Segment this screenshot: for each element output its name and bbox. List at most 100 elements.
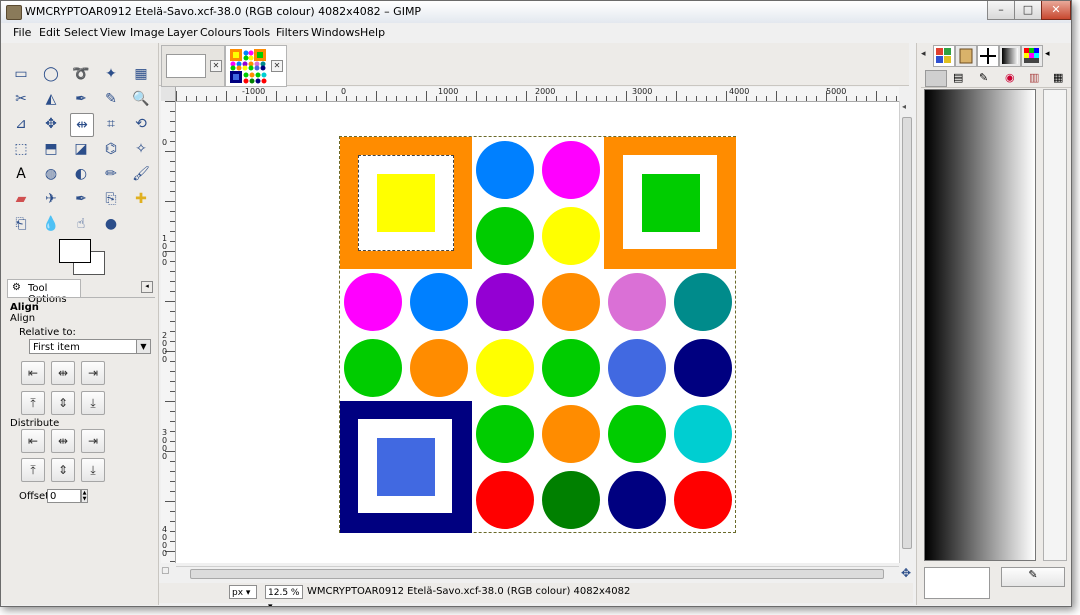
brush-preview[interactable] bbox=[924, 567, 990, 599]
close-button[interactable]: ✕ bbox=[1041, 1, 1071, 20]
warp-tool-button[interactable]: ✧ bbox=[130, 138, 152, 160]
heal-tool-button[interactable]: ✚ bbox=[130, 188, 152, 210]
crop-tool-button[interactable]: ⌗ bbox=[100, 113, 122, 135]
offset-spin-button[interactable]: ▲ ▼ bbox=[81, 489, 88, 503]
ruler-corner[interactable] bbox=[161, 87, 176, 102]
colormap-tab-icon[interactable]: ◉ bbox=[1005, 71, 1015, 84]
distribute-top-button[interactable]: ⤒ bbox=[21, 458, 45, 482]
menu-help[interactable]: Help bbox=[360, 26, 385, 39]
measure-tool-button[interactable]: ⊿ bbox=[10, 113, 32, 135]
horizontal-scrollbar[interactable] bbox=[176, 566, 899, 581]
align-top-edge-button[interactable]: ⤒ bbox=[21, 391, 45, 415]
ellipse-select-tool-button[interactable]: ◯ bbox=[40, 63, 62, 85]
unit-select[interactable]: px ▾ bbox=[229, 585, 257, 599]
distribute-center-h-button[interactable]: ⇹ bbox=[51, 429, 75, 453]
gradients-tab[interactable] bbox=[999, 45, 1021, 67]
distribute-bottom-button[interactable]: ⤓ bbox=[81, 458, 105, 482]
cage-transform-tool-button[interactable]: ⌬ bbox=[100, 138, 122, 160]
flip-tool-button[interactable]: ◪ bbox=[70, 138, 92, 160]
unified-transform-tool-button[interactable]: ⬚ bbox=[10, 138, 32, 160]
scroll-up-icon[interactable]: ◂ bbox=[902, 102, 906, 111]
vertical-scroll-thumb[interactable] bbox=[902, 117, 912, 549]
patterns-tab[interactable] bbox=[933, 45, 955, 67]
brushes-tab[interactable] bbox=[955, 45, 977, 67]
maximize-button[interactable]: □ bbox=[1014, 1, 1042, 20]
align-center-h-button[interactable]: ⇹ bbox=[51, 361, 75, 385]
free-select-tool-button[interactable]: ➰ bbox=[70, 63, 92, 85]
move-tool-button[interactable]: ✥ bbox=[40, 113, 62, 135]
quick-mask-icon[interactable]: ▢ bbox=[161, 566, 173, 580]
layers-tab-icon[interactable] bbox=[925, 70, 947, 87]
menu-view[interactable]: View bbox=[100, 26, 126, 39]
align-right-edge-button[interactable]: ⇥ bbox=[81, 361, 105, 385]
minimize-button[interactable]: – bbox=[987, 1, 1015, 20]
histogram-tab-icon[interactable]: ▥ bbox=[1029, 71, 1039, 84]
tool-options-tab[interactable]: ⚙ Tool Options bbox=[7, 279, 81, 305]
fuzzy-select-tool-button[interactable]: ✦ bbox=[100, 63, 122, 85]
dock-menu-icon[interactable]: ◂ bbox=[921, 49, 926, 59]
paths-tool-button[interactable]: ✒ bbox=[70, 88, 92, 110]
perspective-tool-button[interactable]: ⬒ bbox=[40, 138, 62, 160]
zoom-select[interactable]: 12.5 % ▾ bbox=[265, 585, 303, 606]
tool-tab[interactable] bbox=[977, 45, 999, 67]
distribute-right-button[interactable]: ⇥ bbox=[81, 429, 105, 453]
foreground-color-swatch[interactable] bbox=[59, 239, 91, 263]
menu-image[interactable]: Image bbox=[130, 26, 164, 39]
dock-tab-menu-icon[interactable]: ◂ bbox=[1045, 49, 1050, 59]
menu-tools[interactable]: Tools bbox=[243, 26, 270, 39]
navigate-icon[interactable]: ✥ bbox=[901, 566, 913, 580]
tab-menu-icon[interactable]: ◂ bbox=[141, 281, 153, 293]
channels-tab-icon[interactable]: ▤ bbox=[953, 71, 963, 84]
zoom-tool-button[interactable]: 🔍 bbox=[130, 88, 152, 110]
blur-sharpen-tool-button[interactable]: 💧 bbox=[40, 213, 62, 235]
smudge-tool-button[interactable]: ☝ bbox=[70, 213, 92, 235]
menu-colours[interactable]: Colours bbox=[200, 26, 241, 39]
ink-tool-button[interactable]: ✒ bbox=[70, 188, 92, 210]
distribute-middle-button[interactable]: ⇕ bbox=[51, 458, 75, 482]
fg-bg-colors[interactable] bbox=[59, 239, 105, 275]
pencil-tool-button[interactable]: ✏ bbox=[100, 163, 122, 185]
clone-tool-button[interactable]: ⎘ bbox=[100, 188, 122, 210]
vertical-ruler[interactable]: 0 1000 2000 3000 4000 bbox=[161, 101, 176, 563]
dodge-burn-tool-button[interactable]: ● bbox=[100, 213, 122, 235]
align-tool-button[interactable]: ⇹ bbox=[70, 113, 94, 137]
vertical-scrollbar[interactable]: ◂ bbox=[899, 101, 913, 563]
paintbrush-tool-button[interactable]: 🖌 bbox=[130, 163, 152, 185]
align-left-edge-button[interactable]: ⇤ bbox=[21, 361, 45, 385]
scissors-select-tool-button[interactable]: ✂ bbox=[10, 88, 32, 110]
palettes-tab[interactable] bbox=[1021, 45, 1043, 67]
select-by-color-tool-button[interactable]: ▦ bbox=[130, 63, 152, 85]
offset-field[interactable]: 0 bbox=[47, 489, 81, 503]
text-tool-button[interactable]: A bbox=[10, 163, 32, 185]
bucket-fill-tool-button[interactable]: ◍ bbox=[40, 163, 62, 185]
image-canvas[interactable] bbox=[339, 136, 736, 533]
paths-tab-icon[interactable]: ✎ bbox=[979, 71, 988, 84]
close-tab-icon[interactable]: ✕ bbox=[210, 60, 222, 72]
undo-history-tab-icon[interactable]: ▦ bbox=[1053, 71, 1063, 84]
eraser-tool-button[interactable]: ▰ bbox=[10, 188, 32, 210]
relative-to-select[interactable]: First item ▼ bbox=[29, 339, 151, 354]
blend-tool-button[interactable]: ◐ bbox=[70, 163, 92, 185]
canvas-area[interactable] bbox=[176, 102, 899, 563]
menu-layer[interactable]: Layer bbox=[167, 26, 198, 39]
align-bottom-edge-button[interactable]: ⤓ bbox=[81, 391, 105, 415]
side-panel-strip[interactable] bbox=[1043, 89, 1067, 561]
horizontal-ruler[interactable]: -1000 0 1000 2000 3000 4000 5000 bbox=[176, 87, 899, 102]
distribute-left-button[interactable]: ⇤ bbox=[21, 429, 45, 453]
menu-filters[interactable]: Filters bbox=[276, 26, 309, 39]
perspective-clone-tool-button[interactable]: ⎗ bbox=[10, 213, 32, 235]
menu-edit[interactable]: Edit bbox=[39, 26, 60, 39]
horizontal-scroll-thumb[interactable] bbox=[190, 569, 884, 579]
menu-select[interactable]: Select bbox=[64, 26, 98, 39]
airbrush-tool-button[interactable]: ✈ bbox=[40, 188, 62, 210]
transform-tool-button[interactable]: ⟲ bbox=[130, 113, 152, 135]
image-tab-blank[interactable]: ✕ bbox=[161, 45, 225, 87]
menu-file[interactable]: File bbox=[13, 26, 31, 39]
image-tab-active[interactable]: ✕ bbox=[225, 45, 287, 87]
align-middle-button[interactable]: ⇕ bbox=[51, 391, 75, 415]
menu-windows[interactable]: Windows bbox=[311, 26, 360, 39]
rect-select-tool-button[interactable]: ▭ bbox=[10, 63, 32, 85]
foreground-select-tool-button[interactable]: ◭ bbox=[40, 88, 62, 110]
edit-button[interactable]: ✎ bbox=[1001, 567, 1065, 587]
close-tab-icon[interactable]: ✕ bbox=[271, 60, 283, 72]
